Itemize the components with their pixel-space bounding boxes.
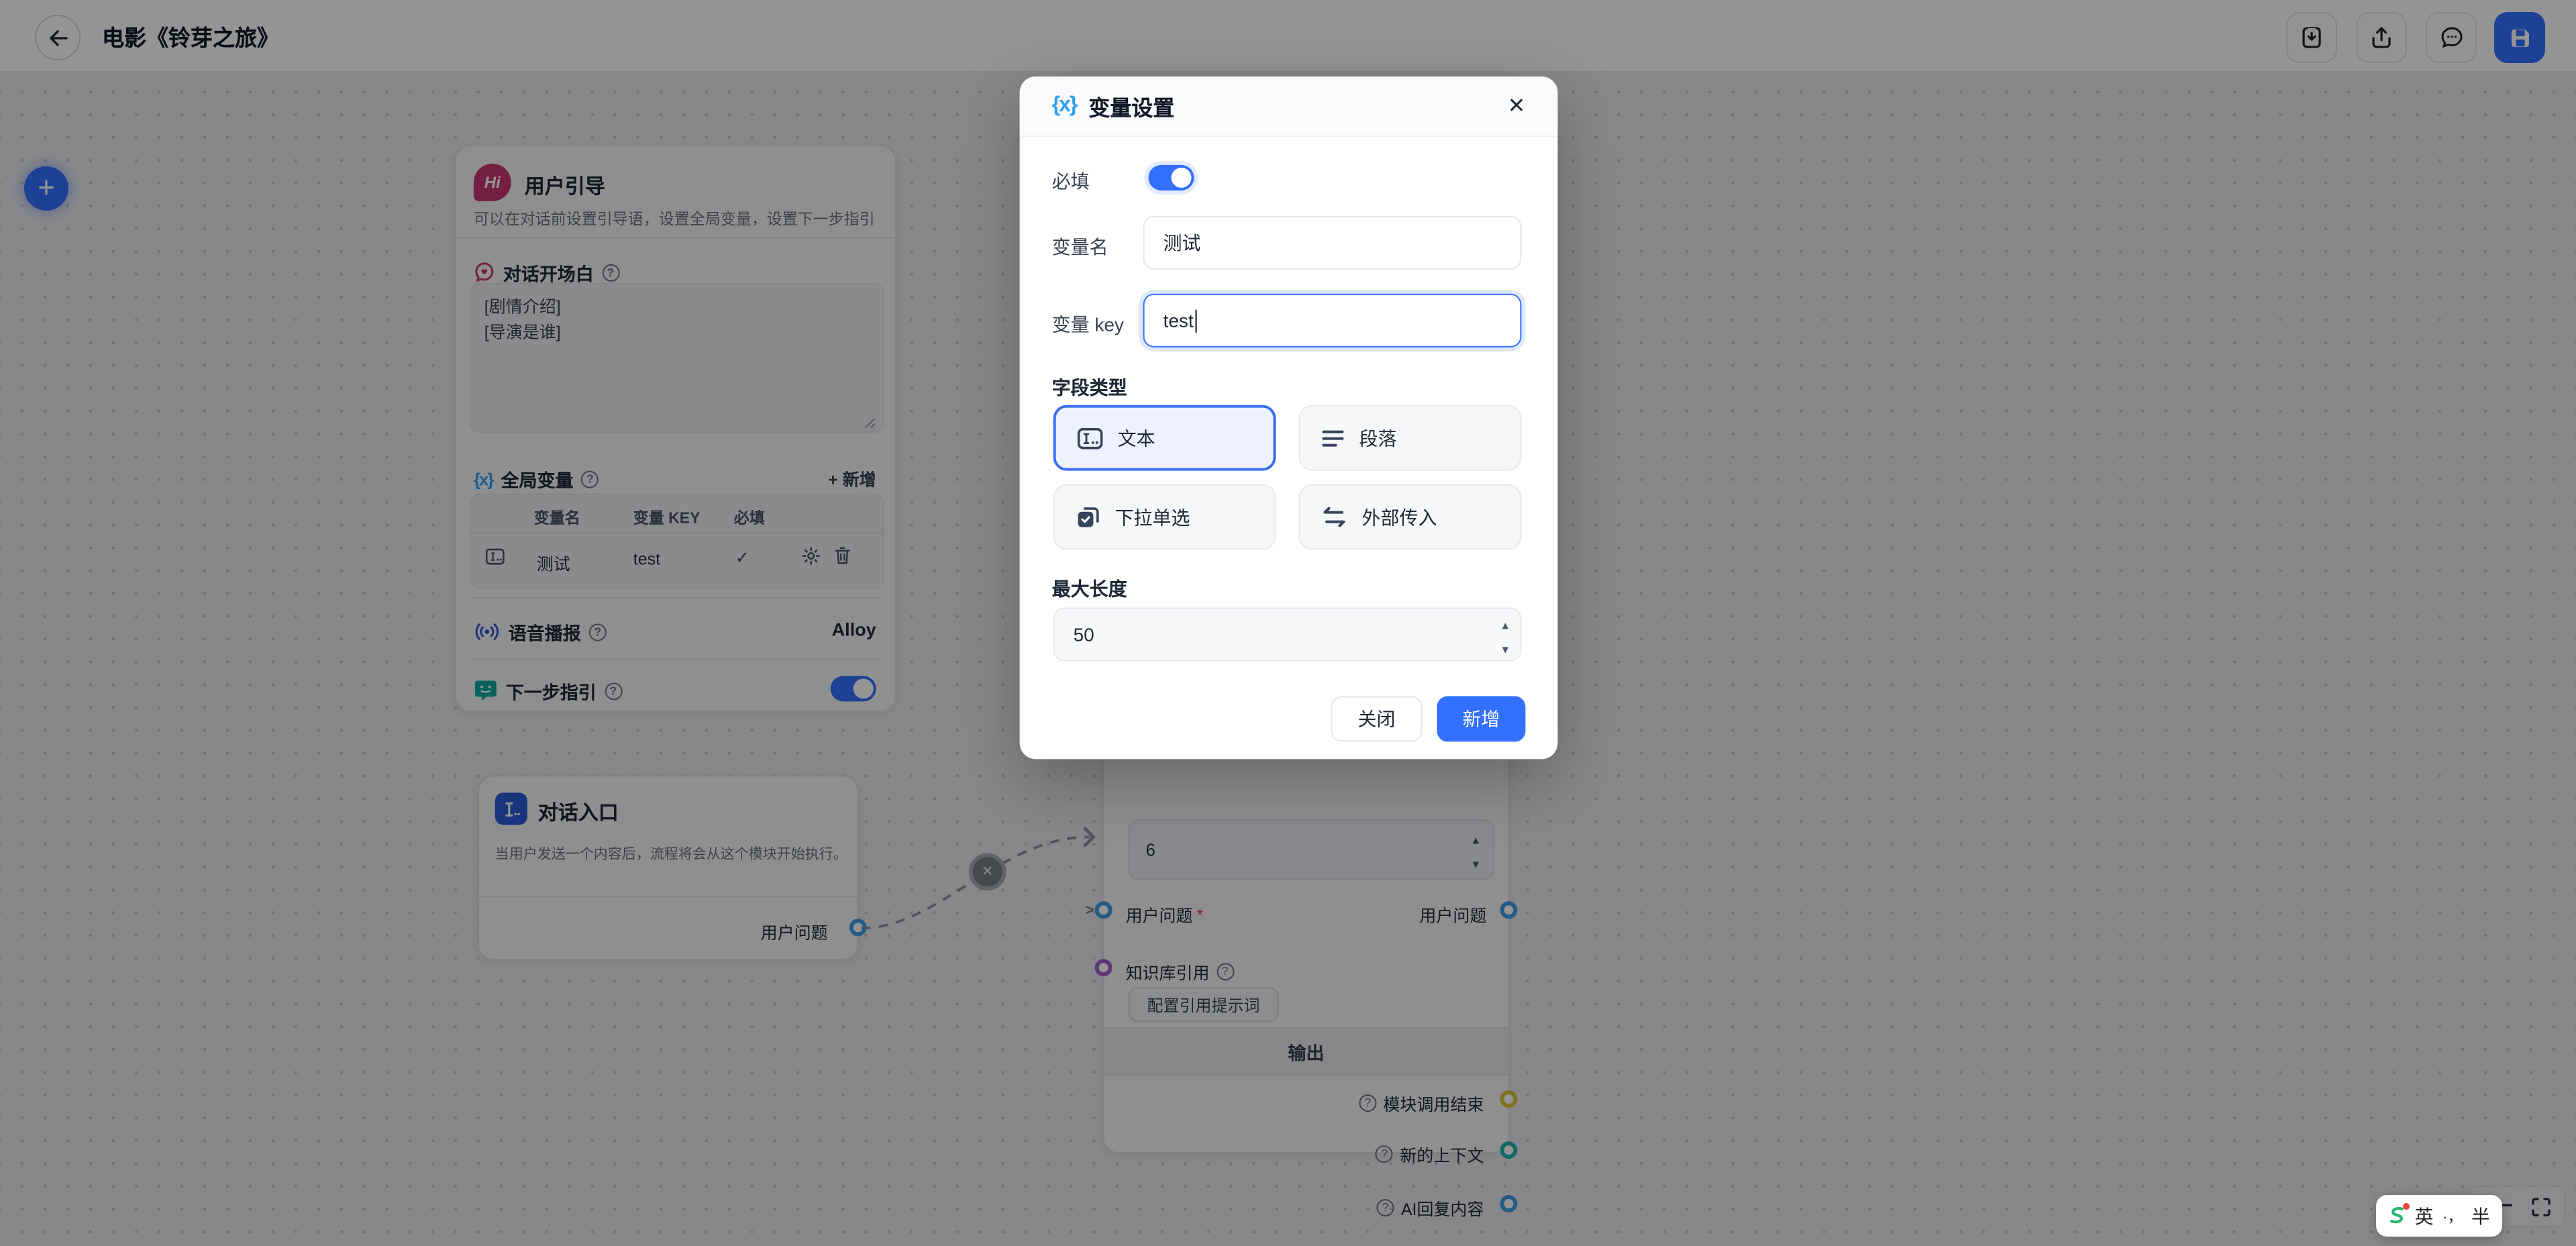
type-text-button[interactable]: 文本 <box>1053 405 1276 471</box>
type-label: 字段类型 <box>1052 374 1127 401</box>
required-label: 必填 <box>1052 168 1090 195</box>
modal-close-button[interactable]: ✕ <box>1508 93 1526 119</box>
ime-logo-icon <box>2388 1206 2406 1226</box>
type-paragraph-button[interactable]: 段落 <box>1298 405 1521 471</box>
modal-close-footer-button[interactable]: 关闭 <box>1331 696 1422 741</box>
ime-lang-mode[interactable]: 英 <box>2415 1202 2434 1229</box>
key-label: 变量 key <box>1052 311 1124 338</box>
paragraph-icon <box>1321 429 1344 448</box>
text-input-icon <box>1078 427 1103 449</box>
modal-header: {x} 变量设置 ✕ <box>1020 76 1558 137</box>
variable-settings-modal: {x} 变量设置 ✕ 必填 变量名 测试 变量 key test 字段类型 文本 <box>1020 76 1558 759</box>
variable-vx-icon: {x} <box>1052 94 1077 118</box>
ime-punct-mode[interactable]: ·， <box>2442 1205 2462 1227</box>
name-label: 变量名 <box>1052 233 1109 260</box>
app-stage: + Hi 用户引导 可以在对话前设置引导语，设置全局变量，设置下一步指引 对话开… <box>0 0 2576 1246</box>
ime-toolbar[interactable]: 英 ·， 半 <box>2376 1195 2502 1237</box>
type-select-button[interactable]: 下拉单选 <box>1053 484 1276 550</box>
stepper-up-icon[interactable]: ▲ <box>1500 621 1510 631</box>
dropdown-select-icon <box>1076 506 1100 529</box>
modal-title: 变量设置 <box>1088 90 1174 122</box>
text-cursor <box>1195 309 1196 332</box>
swap-arrows-icon <box>1321 507 1347 527</box>
type-external-button[interactable]: 外部传入 <box>1298 484 1521 550</box>
name-input[interactable]: 测试 <box>1143 216 1522 270</box>
stepper-down-icon[interactable]: ▼ <box>1500 645 1510 656</box>
ime-width-mode[interactable]: 半 <box>2471 1202 2490 1229</box>
key-input[interactable]: test <box>1143 294 1522 348</box>
maxlen-label: 最大长度 <box>1052 576 1127 603</box>
required-toggle[interactable] <box>1149 165 1194 191</box>
maxlen-input[interactable]: 50 <box>1053 608 1522 662</box>
modal-submit-button[interactable]: 新增 <box>1437 696 1525 741</box>
